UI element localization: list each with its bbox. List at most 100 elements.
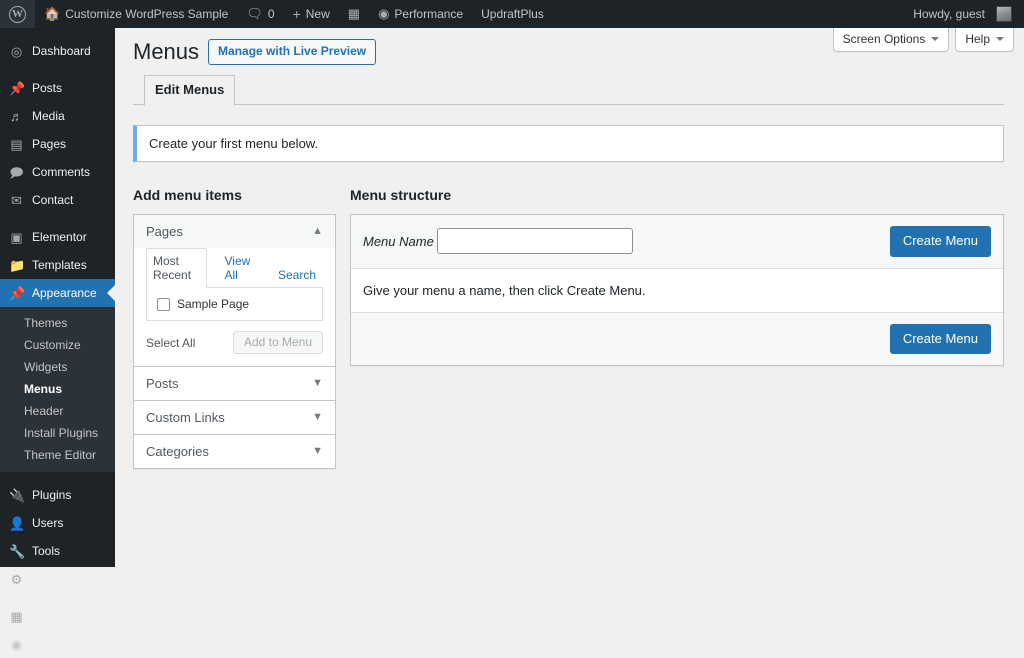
plug-icon: 🔌 — [9, 487, 26, 503]
content-area: Screen Options Help Menus Manage with Li… — [115, 28, 1024, 567]
sidebar-item-media[interactable]: ♬ Media — [0, 102, 115, 130]
sidebar-item-label: Settings — [32, 572, 76, 586]
new-content-menu[interactable]: + New — [284, 0, 339, 28]
notice-create-first-menu: Create your first menu below. — [133, 124, 1004, 162]
menu-structure-footer: Create Menu — [351, 312, 1003, 366]
submenu-item-install-plugins[interactable]: Install Plugins — [0, 422, 115, 444]
yoast-seo-menu[interactable]: ▦ — [339, 0, 369, 28]
sidebar-item-comments[interactable]: 🗩 Comments — [0, 158, 115, 186]
sidebar-top-spacer — [0, 28, 115, 37]
menu-structure-heading: Menu structure — [350, 186, 452, 203]
pin-icon: 📌 — [9, 80, 26, 96]
accordion-header-custom-links[interactable]: Custom Links ▼ — [134, 401, 335, 435]
pages-tabs: Most Recent View All Search — [146, 248, 323, 289]
wp-logo-menu[interactable]: W — [0, 0, 35, 28]
pages-footer: Select All Add to Menu — [146, 321, 323, 355]
accordion-section-categories: Categories ▼ — [134, 435, 335, 469]
screen-meta-links: Screen Options Help — [832, 28, 1014, 52]
sidebar-item-posts[interactable]: 📌 Posts — [0, 74, 115, 102]
sidebar-item-label: Pages — [32, 137, 67, 151]
wrench-icon: 🔧 — [9, 543, 26, 559]
sidebar-item-label: Posts — [32, 81, 63, 95]
manage-with-live-preview-button[interactable]: Manage with Live Preview — [208, 39, 377, 66]
select-all-link[interactable]: Select All — [146, 336, 195, 350]
pages-tab-most-recent[interactable]: Most Recent — [146, 248, 208, 289]
accordion-title-categories: Categories — [146, 444, 209, 460]
site-name-menu[interactable]: 🏠 Customize WordPress Sample — [35, 0, 237, 28]
accordion-header-categories[interactable]: Categories ▼ — [134, 435, 335, 469]
plus-icon: + — [292, 6, 301, 22]
sidebar-item-label: Templates — [32, 258, 87, 272]
howdy-label: Howdy, guest — [913, 7, 985, 21]
sidebar-item-dashboard[interactable]: ◎ Dashboard — [0, 37, 115, 65]
add-menu-items-heading: Add menu items — [133, 186, 242, 203]
nav-tab-wrapper: Edit Menus — [133, 74, 1004, 106]
submenu-item-menus[interactable]: Menus — [0, 378, 115, 400]
menu-edit-row: Add menu items Pages ▲ Most Recent View … — [133, 186, 1004, 470]
sidebar-item-plugins[interactable]: 🔌 Plugins — [0, 481, 115, 509]
performance-menu[interactable]: ◉ Performance — [369, 0, 472, 28]
elementor-icon: ▣ — [10, 229, 23, 245]
performance-label: Performance — [394, 7, 464, 21]
sidebar-item-users[interactable]: 👤 Users — [0, 509, 115, 537]
menu-structure-box: Menu Name Create Menu Give your menu a n… — [350, 214, 1004, 367]
submenu-item-widgets[interactable]: Widgets — [0, 356, 115, 378]
instructions-text: Give your menu a name, then click Create… — [363, 282, 646, 298]
pages-tab-view-all[interactable]: View All — [217, 248, 260, 288]
folder-icon: 📁 — [9, 257, 26, 273]
submenu-item-themes[interactable]: Themes — [0, 312, 115, 334]
menu-name-row: Menu Name Create Menu — [351, 215, 1003, 269]
tab-edit-menus[interactable]: Edit Menus — [144, 74, 236, 106]
wordpress-logo-icon: W — [9, 5, 26, 23]
comments-menu[interactable]: 🗨 0 — [237, 0, 283, 28]
sidebar-item-label: Plugins — [32, 488, 72, 502]
submenu-item-customize[interactable]: Customize — [0, 334, 115, 356]
plugin-icon: ◉ — [10, 636, 23, 652]
create-menu-button-top[interactable]: Create Menu — [889, 226, 991, 257]
avatar — [996, 6, 1012, 22]
accordion-title-pages: Pages — [146, 224, 183, 240]
checkbox-sample-page[interactable] — [157, 297, 170, 311]
pages-tab-search[interactable]: Search — [271, 262, 323, 288]
list-item[interactable]: Sample Page — [157, 297, 312, 311]
sidebar-item-appearance[interactable]: 📌 Appearance — [0, 279, 115, 307]
menu-structure-instructions: Give your menu a name, then click Create… — [351, 268, 1003, 313]
submenu-item-theme-editor[interactable]: Theme Editor — [0, 444, 115, 466]
chevron-down-icon: ▼ — [312, 377, 323, 390]
sidebar-item-label: Users — [32, 516, 64, 530]
submenu-item-header[interactable]: Header — [0, 400, 115, 422]
sidebar-item-partial[interactable]: ◉ — [0, 630, 115, 658]
accordion-header-posts[interactable]: Posts ▼ — [134, 367, 335, 401]
envelope-icon: ✉ — [11, 192, 22, 208]
sidebar-item-label: Appearance — [32, 286, 97, 300]
screen-options-button[interactable]: Screen Options — [832, 28, 950, 52]
add-menu-items-column: Add menu items Pages ▲ Most Recent View … — [133, 186, 336, 470]
notice-text: Create your first menu below. — [149, 135, 319, 151]
sidebar-item-tools[interactable]: 🔧 Tools — [0, 537, 115, 565]
sidebar-item-seo[interactable]: ▦ SEO — [0, 602, 115, 630]
yoast-seo-icon: ▦ — [347, 6, 361, 21]
sidebar-separator — [0, 65, 115, 74]
chevron-down-icon: ▼ — [312, 445, 323, 458]
appearance-submenu: Themes Customize Widgets Menus Header In… — [0, 307, 115, 472]
admin-sidebar: ◎ Dashboard 📌 Posts ♬ Media ▤ Pages 🗩 Co… — [0, 28, 115, 651]
sidebar-item-templates[interactable]: 📁 Templates — [0, 251, 115, 279]
my-account-menu[interactable]: Howdy, guest — [904, 0, 1024, 28]
sidebar-item-elementor[interactable]: ▣ Elementor — [0, 223, 115, 251]
chevron-down-icon: ▼ — [312, 411, 323, 424]
sidebar-item-contact[interactable]: ✉ Contact — [0, 186, 115, 214]
sidebar-item-settings[interactable]: ⚙ Settings — [0, 565, 115, 593]
dashboard-icon: ◎ — [10, 43, 23, 59]
menu-name-input[interactable] — [437, 228, 633, 255]
accordion-section-pages: Pages ▲ Most Recent View All Search Samp… — [134, 215, 335, 368]
accordion-header-pages[interactable]: Pages ▲ — [134, 215, 335, 249]
performance-icon: ◉ — [378, 6, 390, 21]
help-button[interactable]: Help — [955, 28, 1014, 52]
comment-icon: 🗩 — [9, 164, 24, 180]
sidebar-item-label: Dashboard — [32, 44, 91, 58]
add-to-menu-button[interactable]: Add to Menu — [232, 331, 323, 355]
updraftplus-menu[interactable]: UpdraftPlus — [472, 0, 553, 28]
sidebar-item-pages[interactable]: ▤ Pages — [0, 130, 115, 158]
sidebar-item-label: Tools — [32, 544, 61, 558]
create-menu-button-bottom[interactable]: Create Menu — [889, 323, 991, 355]
